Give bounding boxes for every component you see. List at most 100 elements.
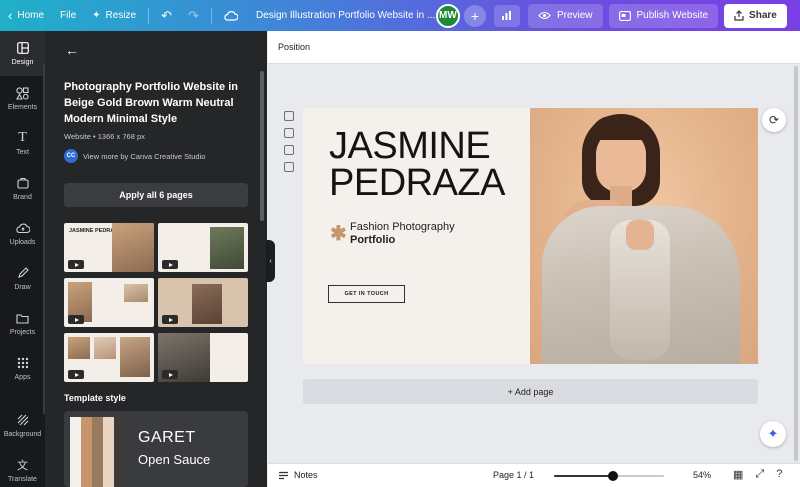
apply-all-pages-button[interactable]: Apply all 6 pages [64, 183, 248, 207]
template-page-thumb[interactable] [158, 333, 248, 382]
tagline-line-1[interactable]: Fashion Photography [350, 221, 455, 233]
rail-item-uploads[interactable]: Uploads [0, 211, 45, 256]
cloud-icon [224, 10, 238, 21]
template-page-thumb[interactable] [158, 278, 248, 327]
add-collaborator-button[interactable]: + [463, 4, 486, 27]
photo-bangs [590, 116, 650, 140]
position-button[interactable]: Position [278, 42, 310, 52]
rail-item-design[interactable]: Design [0, 31, 45, 76]
share-label: Share [749, 10, 777, 21]
template-page-thumb[interactable] [158, 223, 248, 272]
shapes-icon [16, 86, 30, 100]
background-icon [16, 413, 30, 427]
zoom-slider-fill [554, 475, 613, 477]
share-icon [734, 10, 744, 21]
rail-item-projects[interactable]: Projects [0, 301, 45, 346]
rail-item-apps[interactable]: Apps [0, 346, 45, 391]
design-page[interactable]: JASMINE PEDRAZA ✱ Fashion Photography Po… [303, 108, 758, 364]
add-page-button[interactable]: + Add page [303, 379, 758, 404]
author-text: View more by Canva Creative Studio [83, 151, 206, 161]
portrait-photo[interactable] [530, 108, 758, 364]
panel-scrollbar[interactable] [260, 71, 264, 221]
page-name-heading[interactable]: JASMINE PEDRAZA [329, 125, 505, 202]
publish-website-button[interactable]: Publish Website [608, 3, 719, 28]
rail-label: Elements [7, 104, 38, 111]
zoom-level[interactable]: 54% [693, 470, 711, 480]
template-page-thumb[interactable] [64, 333, 154, 382]
lock-icon[interactable] [284, 128, 294, 138]
collapse-panel-handle[interactable]: ‹ [266, 240, 275, 282]
rail-label: Uploads [9, 239, 36, 246]
template-author-link[interactable]: CC View more by Canva Creative Studio [64, 149, 205, 163]
color-swatch [81, 417, 92, 487]
text-icon: T [18, 130, 27, 145]
play-icon [162, 260, 178, 269]
undo-button[interactable]: ↶ [153, 0, 180, 31]
rail-item-text[interactable]: T Text [0, 121, 45, 166]
fullscreen-icon[interactable]: ⤢ [755, 468, 764, 481]
template-title: Photography Portfolio Website in Beige G… [64, 81, 238, 125]
thumb-photo [192, 284, 222, 324]
page-indicator[interactable]: Page 1 / 1 [493, 470, 534, 480]
template-page-thumb[interactable] [64, 278, 154, 327]
preview-label: Preview [556, 10, 593, 21]
publish-label: Publish Website [636, 10, 709, 21]
template-style-card[interactable]: GARET Open Sauce [64, 411, 248, 487]
home-button[interactable]: ‹ Home [0, 0, 52, 31]
eye-icon [538, 11, 551, 20]
rail-label: Background [3, 431, 42, 438]
rail-item-background[interactable]: Background [0, 403, 45, 448]
thumb-photo [210, 227, 244, 269]
tagline-line-2[interactable]: Portfolio [350, 234, 395, 246]
share-button[interactable]: Share [724, 3, 787, 28]
duplicate-icon[interactable] [284, 145, 294, 155]
color-swatch [114, 417, 125, 487]
notes-tool-icon[interactable] [284, 111, 294, 121]
notes-label: Notes [294, 470, 318, 480]
refresh-page-button[interactable]: ⟳ [762, 108, 786, 132]
add-page-icon[interactable] [284, 162, 294, 172]
canvas-scrollbar[interactable] [794, 66, 798, 461]
file-label: File [60, 10, 77, 21]
rail-label: Draw [14, 284, 31, 291]
context-toolbar: Position [268, 31, 800, 64]
refresh-icon: ⟳ [768, 113, 780, 127]
magic-assistant-button[interactable]: ✦ [760, 421, 786, 447]
undo-icon: ↶ [161, 7, 173, 23]
preview-button[interactable]: Preview [527, 3, 603, 28]
layout-icon [16, 41, 30, 55]
asterisk-icon: ✱ [330, 223, 347, 245]
cloud-upload-icon [15, 221, 30, 235]
file-menu-button[interactable]: File [52, 0, 84, 31]
thumb-photo [68, 337, 90, 359]
rail-label: Apps [14, 374, 31, 381]
back-arrow-icon[interactable]: ← [65, 42, 79, 58]
get-in-touch-button[interactable]: GET IN TOUCH [328, 285, 405, 303]
name-line-1: JASMINE [329, 125, 491, 167]
template-page-thumb[interactable]: JASMINE PEDRAZA [64, 223, 154, 272]
rail-label: Design [11, 59, 34, 66]
resize-button[interactable]: ✦ Resize [84, 0, 144, 31]
bottom-bar: Notes Page 1 / 1 54% ▦ ⤢ ? [268, 463, 800, 487]
grid-view-icon[interactable]: ▦ [733, 468, 743, 481]
rail-label: Projects [9, 329, 36, 336]
help-icon[interactable]: ? [776, 468, 782, 481]
template-style-heading: Template style [64, 393, 126, 403]
zoom-slider[interactable] [554, 471, 664, 481]
rail-label: Translate [8, 476, 37, 483]
play-icon [162, 315, 178, 324]
document-title[interactable]: Design Illustration Portfolio Website in… [256, 10, 436, 21]
notes-button[interactable]: Notes [278, 470, 318, 480]
top-bar: ‹ Home File ✦ Resize ↶ ↷ Design Illustra… [0, 0, 800, 31]
divider [148, 7, 150, 24]
rail-item-translate[interactable]: 文 Translate [0, 448, 45, 487]
redo-button[interactable]: ↷ [180, 0, 207, 31]
insights-button[interactable] [493, 4, 520, 27]
rail-item-brand[interactable]: Brand [0, 166, 45, 211]
rail-item-elements[interactable]: Elements [0, 76, 45, 121]
avatar[interactable]: MW [435, 3, 460, 28]
rail-label: Brand [13, 194, 32, 201]
rail-item-draw[interactable]: Draw [0, 256, 45, 301]
cloud-save-status[interactable] [216, 0, 246, 31]
zoom-slider-thumb[interactable] [608, 471, 618, 481]
